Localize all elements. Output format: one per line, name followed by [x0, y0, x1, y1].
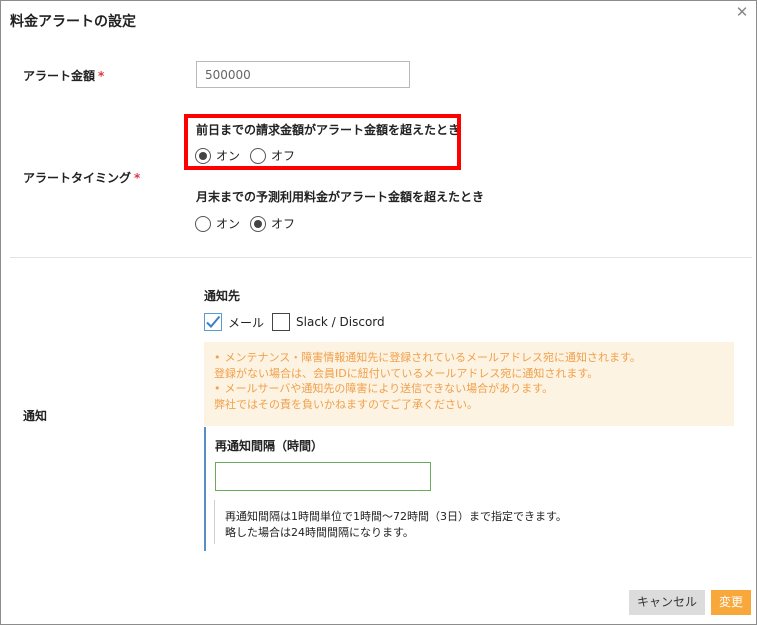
amount-label: アラート金額 * [23, 67, 104, 84]
cancel-button[interactable]: キャンセル [629, 590, 705, 615]
notification-label: 通知 [23, 409, 48, 423]
slack-discord-checkbox[interactable] [272, 313, 291, 331]
notice-line-text: メンテナンス・障害情報通知先に登録されているメールアドレス宛に通知されます。 [224, 351, 641, 364]
timing-label: アラートタイミング * [23, 169, 140, 186]
renotify-help-text: 再通知間隔は1時間単位で1時間～72時間（3日）まで指定できます。 略した場合は… [225, 509, 567, 540]
help-line: 再通知間隔は1時間単位で1時間～72時間（3日）まで指定できます。 [225, 510, 567, 523]
notice-line: 登録がない場合は、会員IDに紐付いているメールアドレス宛に通知されます。 [214, 366, 599, 380]
month-end-radio-group: オン オフ [195, 215, 305, 232]
price-alert-dialog: 料金アラートの設定 ✕ アラート金額* アラートタイミング* 前日までの請求金額… [0, 0, 757, 625]
alert-amount-input[interactable] [196, 61, 410, 88]
month-end-on-radio[interactable] [195, 215, 211, 232]
renotify-accent-bar [204, 427, 206, 551]
destination-label: 通知先 [204, 289, 241, 303]
timing-label-text: アラートタイミング [23, 171, 132, 185]
slack-discord-label[interactable]: Slack / Discord [296, 315, 385, 329]
radio-selected-dot [254, 219, 263, 228]
renotify-interval-label: 再通知間隔（時間） [215, 439, 324, 453]
checkmark-icon [206, 315, 221, 328]
amount-label-text: アラート金額 [23, 69, 96, 83]
close-icon[interactable]: ✕ [735, 5, 749, 20]
mail-label[interactable]: メール [228, 314, 264, 331]
help-line: 略した場合は24時間間隔になります。 [225, 525, 414, 539]
notice-line: • メールサーバや通知先の障害により送信できない場合があります。 [214, 381, 724, 397]
month-end-label: 月末までの予測利用料金がアラート金額を超えたとき [196, 190, 485, 204]
dialog-title: 料金アラートの設定 [10, 14, 136, 30]
bullet: • [214, 382, 221, 395]
notification-notice: • メンテナンス・障害情報通知先に登録されているメールアドレス宛に通知されます。 … [204, 342, 734, 426]
required-mark: * [134, 171, 141, 185]
notice-line-text: メールサーバや通知先の障害により送信できない場合があります。 [224, 382, 554, 395]
help-accent-bar [214, 500, 215, 544]
highlight-box [184, 114, 461, 170]
month-end-off-label[interactable]: オフ [271, 215, 295, 232]
notice-line: • メンテナンス・障害情報通知先に登録されているメールアドレス宛に通知されます。 [214, 350, 724, 366]
required-mark: * [98, 69, 105, 83]
section-divider [10, 257, 752, 258]
bullet: • [214, 351, 221, 364]
month-end-off-radio[interactable] [250, 215, 267, 232]
month-end-on-label[interactable]: オン [216, 215, 240, 232]
mail-checkbox[interactable] [204, 313, 222, 331]
save-button[interactable]: 変更 [711, 590, 751, 615]
notice-line: 弊社ではその責を負いかねますのでご了承ください。 [214, 397, 478, 411]
renotify-interval-input[interactable] [215, 462, 431, 491]
destination-checkboxes: メール Slack / Discord [204, 313, 393, 331]
